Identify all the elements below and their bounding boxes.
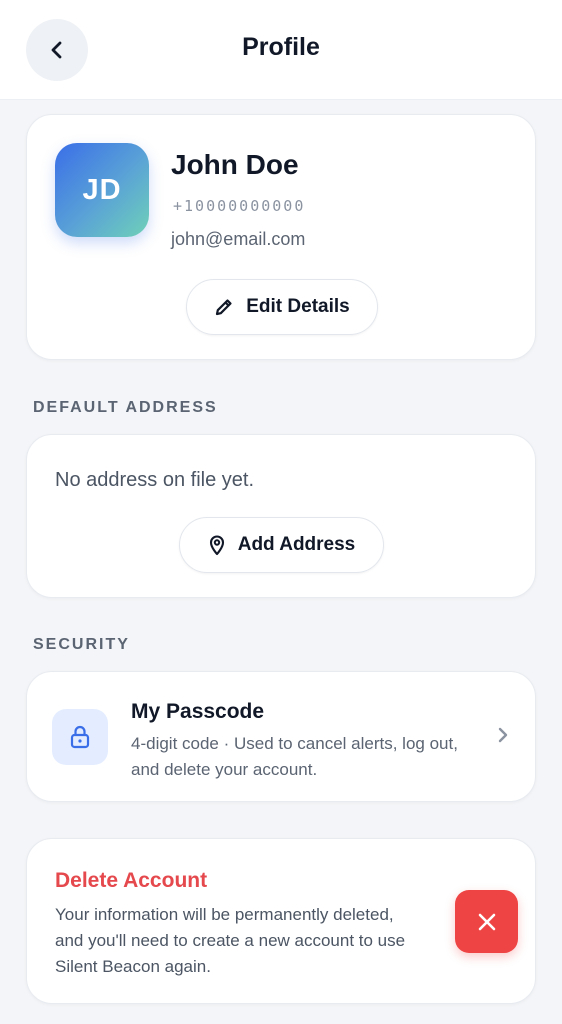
- top-bar: Profile: [0, 0, 562, 100]
- passcode-title: My Passcode: [131, 700, 265, 723]
- delete-account-card: Delete Account Your information will be …: [26, 838, 536, 1004]
- address-empty-text: No address on file yet.: [55, 469, 254, 491]
- add-address-label: Add Address: [237, 534, 356, 555]
- add-address-button[interactable]: Add Address: [179, 517, 384, 573]
- delete-account-title: Delete Account: [55, 869, 208, 892]
- passcode-description: 4-digit code · Used to cancel alerts, lo…: [131, 734, 458, 779]
- map-pin-icon: [209, 535, 224, 556]
- section-label-security: SECURITY: [33, 636, 130, 653]
- address-card: No address on file yet. Add Address: [26, 434, 536, 598]
- edit-details-label: Edit Details: [246, 296, 350, 317]
- page-title: Profile: [242, 33, 320, 61]
- lock-icon: [70, 725, 90, 749]
- profile-phone: +10000000000: [173, 197, 306, 215]
- section-label-address: DEFAULT ADDRESS: [33, 399, 218, 416]
- pencil-icon: [216, 299, 232, 316]
- delete-account-button[interactable]: [455, 890, 518, 953]
- edit-details-button[interactable]: Edit Details: [186, 279, 378, 335]
- lock-icon-container: [52, 709, 108, 765]
- close-icon: [478, 913, 495, 930]
- profile-email: john@email.com: [171, 229, 306, 249]
- avatar: JD: [55, 143, 149, 237]
- profile-name: John Doe: [171, 149, 299, 180]
- delete-account-description: Your information will be permanently del…: [55, 905, 406, 976]
- profile-card: JD John Doe +10000000000 john@email.com …: [26, 114, 536, 360]
- chevron-right-icon: [498, 727, 508, 743]
- passcode-row[interactable]: My Passcode 4-digit code · Used to cance…: [26, 671, 536, 802]
